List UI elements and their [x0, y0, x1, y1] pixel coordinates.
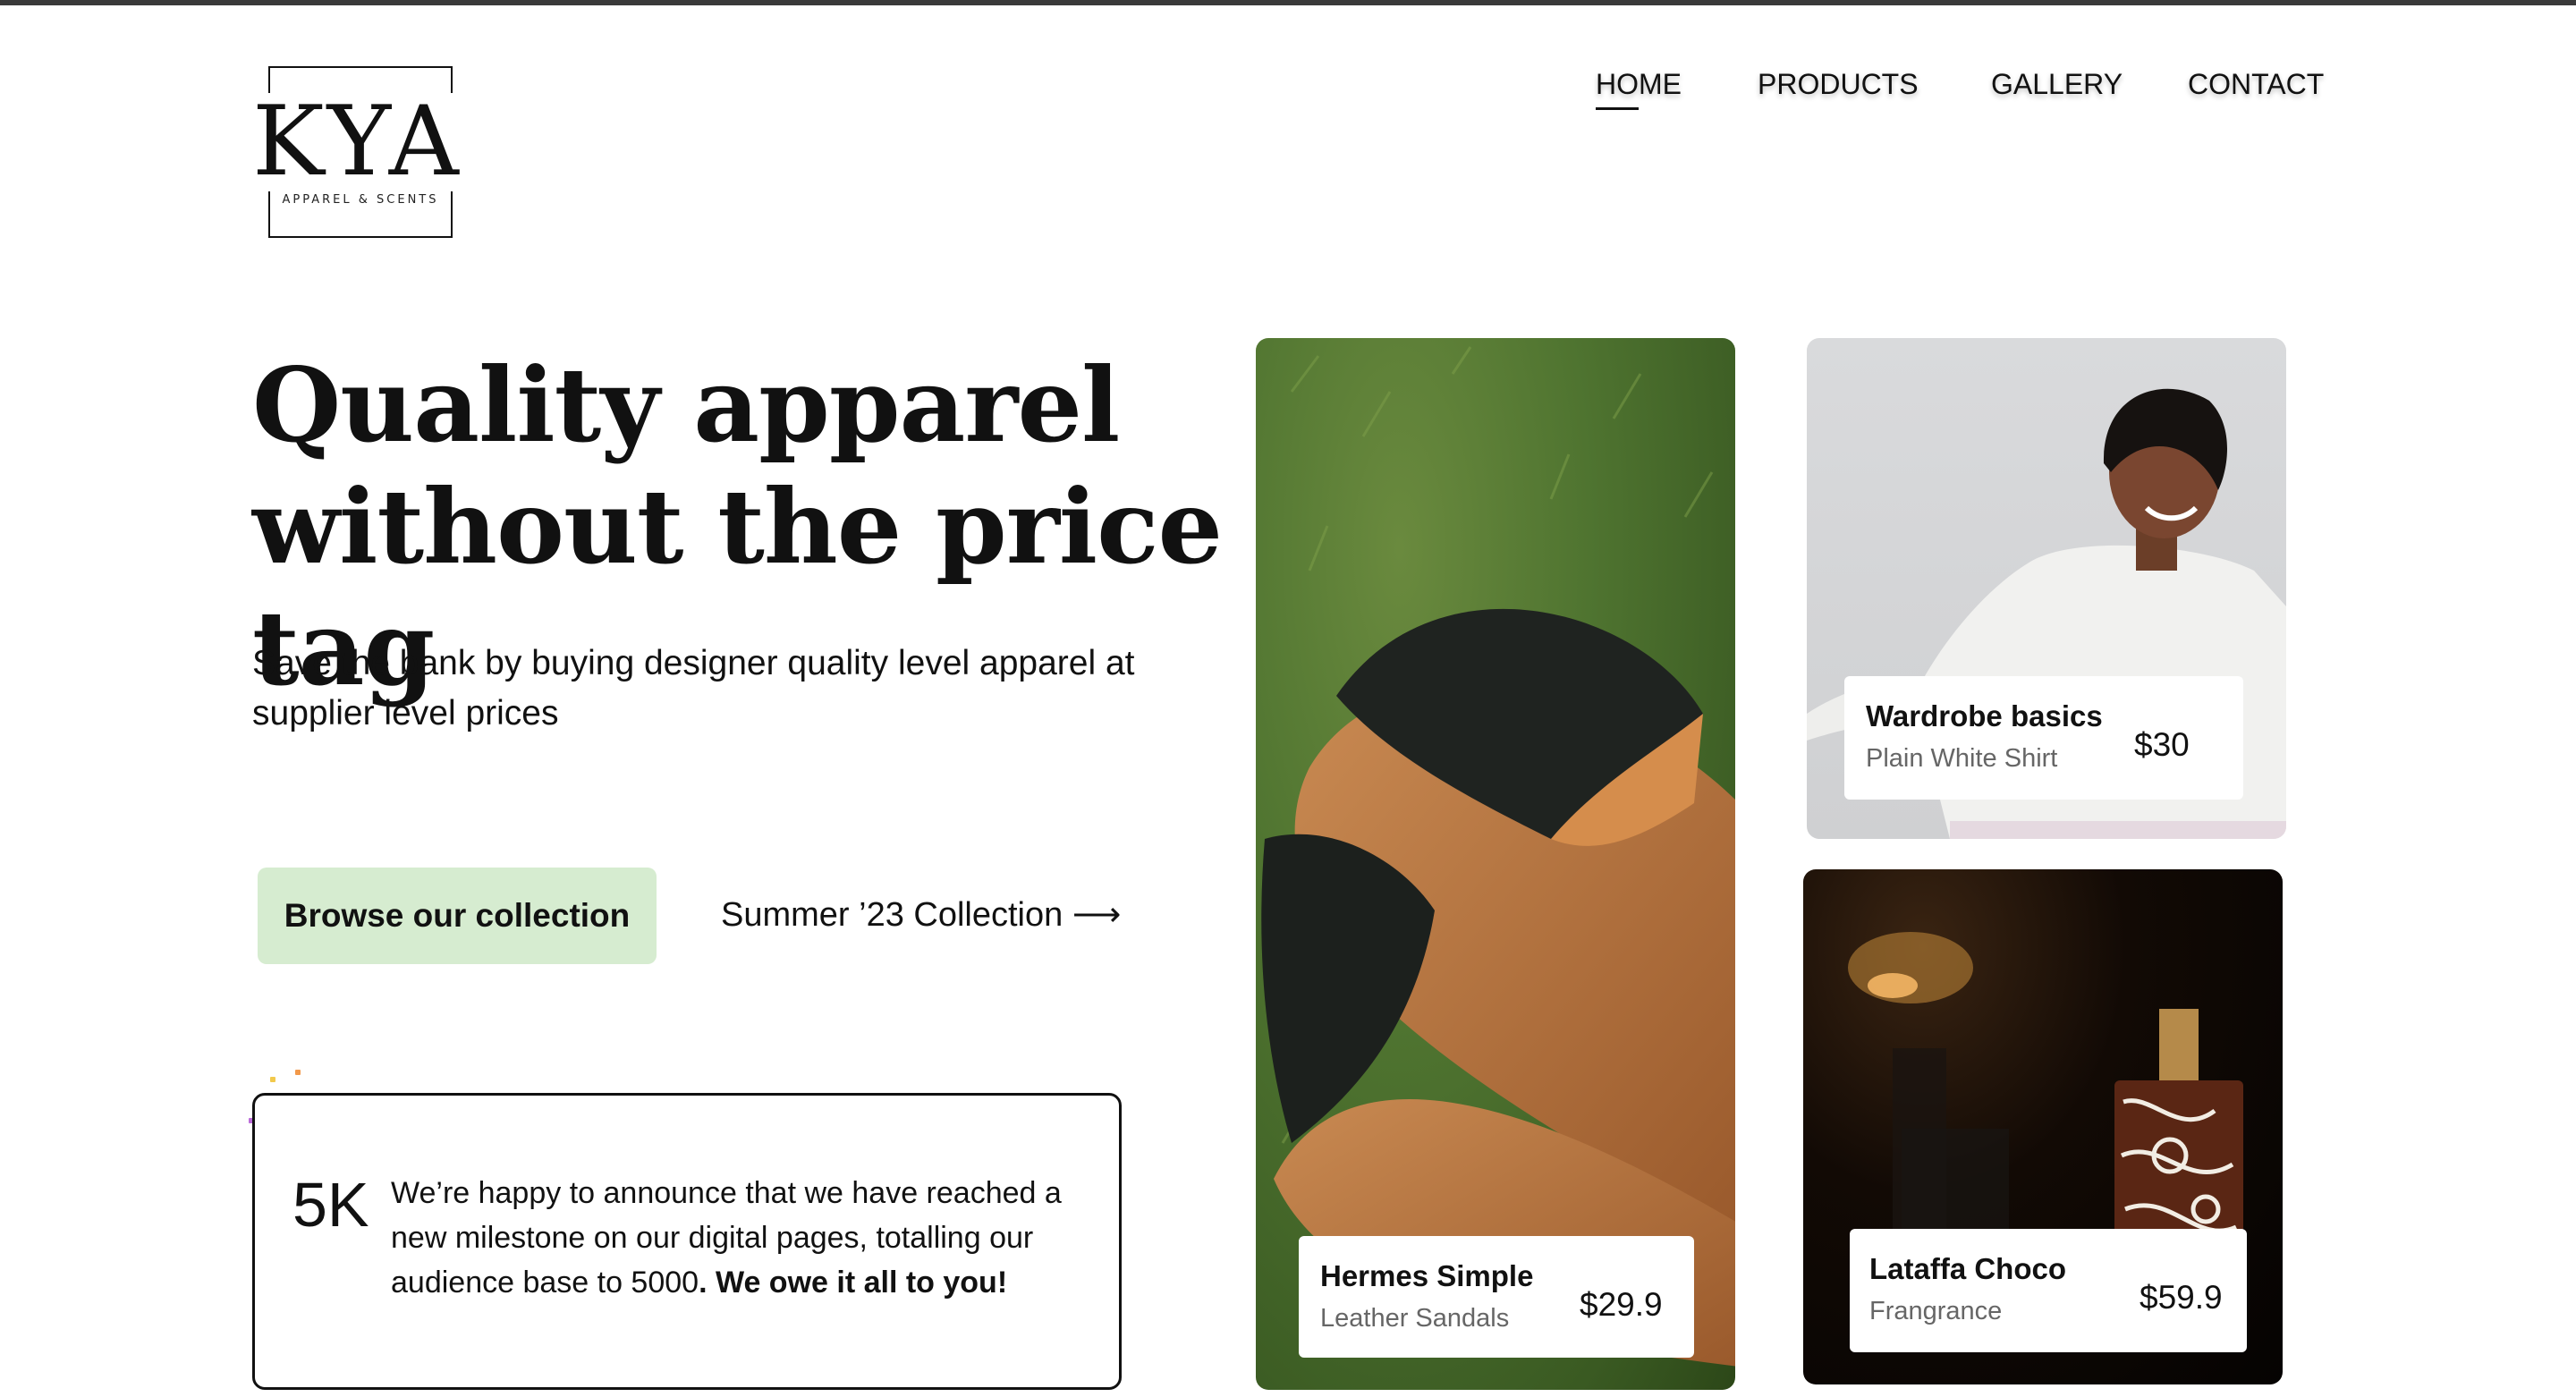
product-card-fragrance[interactable]: Lataffa Choco Frangrance $59.9 — [1803, 869, 2283, 1384]
milestone-card: 5K We’re happy to announce that we have … — [252, 1093, 1122, 1390]
product-subtitle: Frangrance — [1869, 1297, 2003, 1325]
nav-products[interactable]: PRODUCTS — [1758, 68, 1919, 101]
logo-wordmark: KYA — [250, 93, 483, 191]
milestone-number: 5K — [292, 1170, 369, 1240]
product-card-sandals[interactable]: Hermes Simple Leather Sandals $29.9 — [1256, 338, 1735, 1390]
logo-frame — [268, 236, 453, 238]
hero-subtitle: Save the bank by buying designer quality… — [252, 644, 1135, 732]
nav-gallery[interactable]: GALLERY — [1991, 68, 2123, 101]
sandals-image — [1261, 346, 1735, 1367]
product-card-shirt[interactable]: Wardrobe basics Plain White Shirt $30 — [1807, 338, 2286, 839]
product-price: $29.9 — [1580, 1286, 1663, 1323]
product-title: Lataffa Choco — [1869, 1252, 2067, 1285]
logo-tagline: APPAREL & SCENTS — [282, 193, 439, 207]
product-label: Hermes Simple Leather Sandals $29.9 — [1299, 1236, 1694, 1358]
milestone-text: We’re happy to announce that we have rea… — [391, 1171, 1097, 1305]
nav-active-indicator — [1596, 107, 1639, 110]
logo-frame — [268, 66, 453, 68]
hero-title-line1: Quality apparel — [252, 345, 1120, 465]
product-label: Lataffa Choco Frangrance $59.9 — [1850, 1229, 2247, 1352]
milestone-thanks: . We owe it all to you! — [699, 1266, 1008, 1300]
top-border — [0, 0, 2576, 5]
product-title: Wardrobe basics — [1866, 699, 2103, 732]
product-title: Hermes Simple — [1320, 1259, 1534, 1292]
product-price: $30 — [2134, 726, 2190, 763]
product-label: Wardrobe basics Plain White Shirt $30 — [1844, 676, 2243, 800]
product-subtitle: Leather Sandals — [1320, 1304, 1510, 1333]
summer-collection-link[interactable]: Summer ’23 Collection ⟶ — [721, 894, 1121, 935]
nav-home[interactable]: HOME — [1596, 68, 1682, 101]
product-subtitle: Plain White Shirt — [1866, 744, 2058, 773]
browse-collection-button[interactable]: Browse our collection — [258, 868, 657, 964]
brand-logo[interactable]: KYA APPAREL & SCENTS — [250, 66, 483, 238]
nav-contact[interactable]: CONTACT — [2188, 68, 2324, 101]
product-price: $59.9 — [2140, 1279, 2223, 1316]
